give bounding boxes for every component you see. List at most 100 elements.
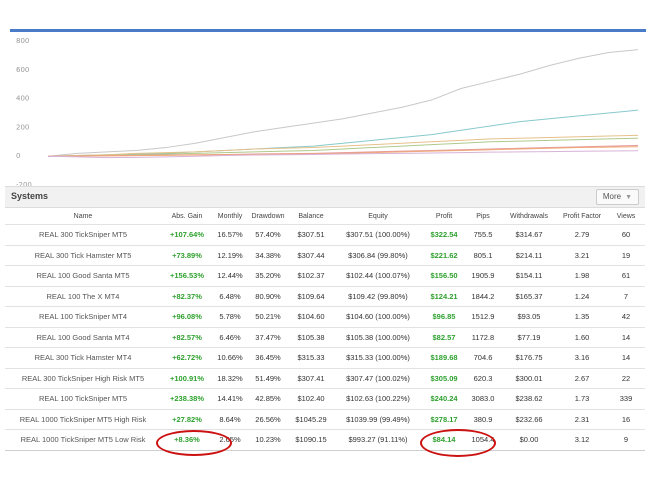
cell-name[interactable]: REAL 300 Tick Hamster MT5 [5,244,161,266]
cell-drawdown: 37.47% [247,326,289,348]
cell-drawdown: 26.56% [247,408,289,430]
cell-pips: 1905.9 [465,265,501,286]
table-row[interactable]: REAL 1000 TickSniper MT5 Low Risk +8.36% 2… [5,429,645,450]
table-row[interactable]: REAL 100 Good Santa MT4 +82.57% 6.46% 37.47… [5,326,645,348]
cell-balance: $102.37 [289,265,333,286]
cell-name[interactable]: REAL 100 TickSniper MT5 [5,388,161,409]
cell-equity: $102.63 (100.22%) [333,388,423,409]
cell-balance: $307.51 [289,224,333,245]
cell-balance: $1090.15 [289,429,333,450]
cell-name[interactable]: REAL 100 Good Santa MT5 [5,265,161,286]
cell-views: 9 [607,429,645,450]
cell-drawdown [247,449,289,456]
cell-equity: $102.44 (100.07%) [333,265,423,286]
cell-monthly: 18.32% [213,367,247,389]
more-label: More [602,192,622,201]
cell-views: 16 [607,408,645,430]
cell-monthly: 8.64% [213,408,247,430]
cell-drawdown: 34.38% [247,244,289,266]
cell-views: 339 [607,388,645,409]
cell-abs-gain: +156.53% [161,265,213,286]
table-row[interactable]: REAL 300 TickSniper MT5 +107.64% 16.57% 57.… [5,224,645,245]
cell-views: 603 [607,449,645,456]
cell-name[interactable]: REAL 300 TickSniper MT5 [5,224,161,245]
column-header[interactable]: Views [607,208,645,225]
column-header[interactable]: Drawdown [247,208,289,225]
table-row[interactable]: REAL 300 TickSniper High Risk MT5 +100.91… [5,367,645,389]
column-header[interactable]: Profit [423,208,465,225]
column-header[interactable]: Name [5,208,161,225]
cell-monthly: 6.46% [213,326,247,348]
cell-monthly: 12.44% [213,265,247,286]
cell-profit: $221.62 [423,244,465,266]
cell-drawdown: 10.23% [247,429,289,450]
cell-withdrawals: $93.05 [501,306,557,327]
cell-equity: $1039.99 (99.49%) [333,408,423,430]
table-row[interactable]: REAL 100 The X MT4 +82.37% 6.48% 80.90% $109… [5,285,645,307]
cell-views: 14 [607,326,645,348]
cell-drawdown: 51.49% [247,367,289,389]
cell-drawdown: 80.90% [247,285,289,307]
cell-balance: $1045.29 [289,408,333,430]
y-tick-label: 400 [16,95,29,103]
cell-name[interactable]: REAL 300 Tick Hamster MT4 [5,347,161,368]
table-row[interactable]: REAL 1000 TickSniper MT5 High Risk +27.82… [5,408,645,430]
cell-abs-gain: +62.72% [161,347,213,368]
cell-pips: 805.1 [465,244,501,266]
cell-name[interactable]: REAL 300 TickSniper High Risk MT5 [5,367,161,389]
cell-balance: $315.33 [289,347,333,368]
column-header[interactable]: Monthly [213,208,247,225]
cell-abs-gain: +73.89% [161,244,213,266]
cell-equity: $105.38 (100.00%) [333,326,423,348]
column-header[interactable]: Pips [465,208,501,225]
cell-profit: $322.54 [423,224,465,245]
more-button[interactable]: More ▼ [595,189,639,205]
cell-profit-factor: 1.24 [557,285,607,307]
table-row[interactable]: REAL 300 Tick Hamster MT5 +73.89% 12.19% 34… [5,244,645,266]
table-row[interactable]: REAL 300 Tick Hamster MT4 +62.72% 10.66% 36… [5,347,645,368]
cell-withdrawals: $238.62 [501,388,557,409]
column-header[interactable]: Equity [333,208,423,225]
cell-monthly: 14.41% [213,388,247,409]
cell-withdrawals: $77.19 [501,326,557,348]
cell-name[interactable]: REAL 100 TickSniper MT4 [5,306,161,327]
cell-balance: $307.41 [289,367,333,389]
cell-balance: $109.64 [289,285,333,307]
cell-pips: 1844.2 [465,285,501,307]
y-tick-label: 200 [16,123,29,131]
cell-withdrawals: $214.11 [501,244,557,266]
column-header[interactable]: Withdrawals [501,208,557,225]
cell-withdrawals: $300.01 [501,367,557,389]
cell-views: 60 [607,224,645,245]
cell-name[interactable]: REAL 100 Good Santa MT4 [5,326,161,348]
cell-profit-factor: 1.35 [557,306,607,327]
cell-abs-gain: +27.82% [161,408,213,430]
table-row[interactable]: REAL 100 TickSniper MT4 +96.08% 5.78% 50.21… [5,306,645,327]
panel-title: Systems [11,191,49,201]
cell-withdrawals: $314.67 [501,224,557,245]
cell-name[interactable]: REAL 1000 TickSniper MT5 High Risk [5,408,161,430]
cell-pips: 755.5 [465,224,501,245]
cell-monthly: 5.78% [213,306,247,327]
cell-views: 19 [607,244,645,266]
column-header[interactable]: Abs. Gain [161,208,213,225]
cell-withdrawals: $1966.54 [501,449,557,456]
table-row[interactable]: REAL 100 TickSniper MT5 +238.38% 14.41% 42.… [5,388,645,409]
cell-name[interactable]: REAL 1000 TickSniper MT5 Low Risk [5,429,161,450]
cell-drawdown: 42.85% [247,388,289,409]
cell-equity: $307.47 (100.02%) [333,367,423,389]
column-header[interactable]: Profit Factor [557,208,607,225]
cell-pips: 380.9 [465,408,501,430]
column-header[interactable]: Balance [289,208,333,225]
table-row[interactable]: REAL 100 Good Santa MT5 +156.53% 12.44% 35.… [5,265,645,286]
cell-monthly: 12.19% [213,244,247,266]
total-row[interactable]: Total:+55.94%5.85%$3897.52(97.37%) $3794… [5,449,645,456]
equity-growth-chart: 800 600 400 200 0 -200 [10,29,646,189]
cell-profit: $124.21 [423,285,465,307]
cell-balance: $3897.52 [289,449,333,456]
cell-name[interactable]: REAL 100 The X MT4 [5,285,161,307]
cell-profit-factor: 1.60 [557,326,607,348]
cell-profit: $82.57 [423,326,465,348]
chevron-down-icon: ▼ [625,194,632,201]
cell-pips: 1172.8 [465,326,501,348]
